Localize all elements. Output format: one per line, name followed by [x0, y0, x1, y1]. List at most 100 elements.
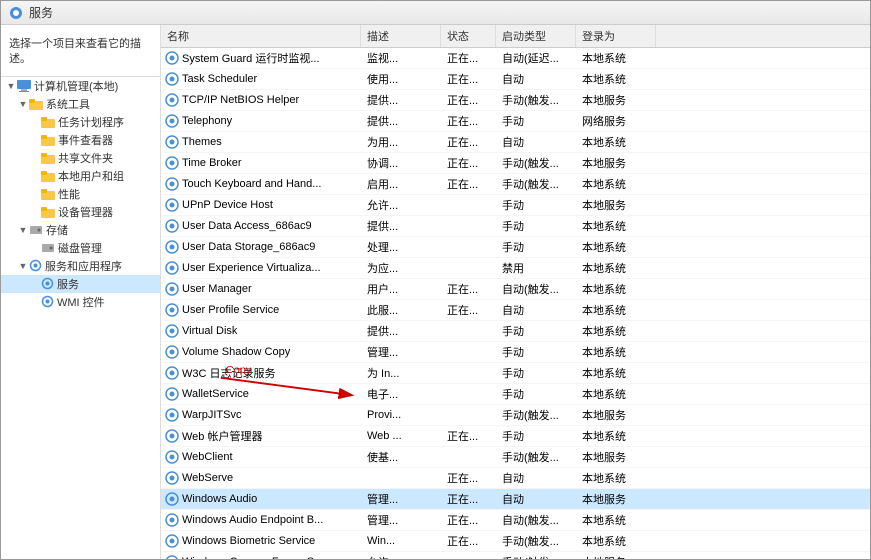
service-icon — [165, 219, 179, 233]
tree-item-local-users[interactable]: 本地用户和组 — [1, 167, 160, 185]
service-startup: 自动 — [496, 133, 576, 151]
service-row[interactable]: W3C 日志记录服务 为 In... 手动 本地系统 — [161, 363, 870, 384]
service-desc: 用户... — [361, 280, 441, 298]
service-login: 本地服务 — [576, 406, 656, 424]
service-row[interactable]: Web 帐户管理器 Web ... 正在... 手动 本地系统 — [161, 426, 870, 447]
service-startup: 手动(触发... — [496, 448, 576, 466]
tree-item-shared-folders[interactable]: 共享文件夹 — [1, 149, 160, 167]
service-name: UPnP Device Host — [182, 199, 273, 211]
service-status — [441, 267, 496, 269]
service-row[interactable]: UPnP Device Host 允许... 手动 本地服务 — [161, 195, 870, 216]
service-name: Web 帐户管理器 — [182, 428, 262, 444]
service-icon — [165, 387, 179, 401]
service-name: Windows Audio — [182, 493, 257, 505]
service-row[interactable]: User Data Access_686ac9 提供... 手动 本地系统 — [161, 216, 870, 237]
service-row[interactable]: System Guard 运行时监视... 监视... 正在... 自动(延迟.… — [161, 48, 870, 69]
col-header-desc[interactable]: 描述 — [361, 25, 441, 47]
service-name: User Experience Virtualiza... — [182, 262, 321, 274]
service-name: Windows Audio Endpoint B... — [182, 514, 323, 526]
service-row[interactable]: Windows Biometric Service Win... 正在... 手… — [161, 531, 870, 552]
service-name: Windows Camera Frame Se... — [182, 556, 329, 559]
tree-item-computer[interactable]: ▼ 计算机管理(本地) — [1, 77, 160, 95]
main-window: 服务 选择一个项目来查看它的描述。 ▼ 计算机管理(本地) ▼ 系统工具 任务计… — [0, 0, 871, 560]
tree-item-device-manager[interactable]: 设备管理器 — [1, 203, 160, 221]
tree-item-system-tools[interactable]: ▼ 系统工具 — [1, 95, 160, 113]
service-name: W3C 日志记录服务 — [182, 365, 276, 381]
tree-icon-disk-management — [41, 242, 55, 254]
service-row[interactable]: WalletService 电子... 手动 本地系统 — [161, 384, 870, 405]
tree-item-task-scheduler[interactable]: 任务计划程序 — [1, 113, 160, 131]
service-row[interactable]: TCP/IP NetBIOS Helper 提供... 正在... 手动(触发.… — [161, 90, 870, 111]
service-row[interactable]: Windows Camera Frame Se... 允许... 手动(触发..… — [161, 552, 870, 559]
service-icon — [165, 282, 179, 296]
service-row[interactable]: User Data Storage_686ac9 处理... 手动 本地系统 — [161, 237, 870, 258]
service-name-col: Virtual Disk — [161, 323, 361, 339]
service-row[interactable]: Telephony 提供... 正在... 手动 网络服务 — [161, 111, 870, 132]
col-header-status[interactable]: 状态 — [441, 25, 496, 47]
col-header-name[interactable]: 名称 — [161, 25, 361, 47]
service-status: 正在... — [441, 91, 496, 109]
tree-icon-services-apps — [29, 259, 42, 272]
service-startup: 自动 — [496, 301, 576, 319]
service-row[interactable]: WebServe 正在... 自动 本地系统 — [161, 468, 870, 489]
tree-item-performance[interactable]: 性能 — [1, 185, 160, 203]
service-row[interactable]: Virtual Disk 提供... 手动 本地系统 — [161, 321, 870, 342]
service-login: 本地系统 — [576, 175, 656, 193]
service-name: Virtual Disk — [182, 325, 237, 337]
tree-icon-computer — [17, 80, 31, 92]
service-row[interactable]: Time Broker 协调... 正在... 手动(触发... 本地服务 — [161, 153, 870, 174]
service-desc: 使基... — [361, 448, 441, 466]
service-startup: 自动 — [496, 70, 576, 88]
tree-item-wmi[interactable]: WMI 控件 — [1, 293, 160, 311]
service-startup: 手动 — [496, 427, 576, 445]
service-icon — [165, 366, 179, 380]
service-row[interactable]: User Manager 用户... 正在... 自动(触发... 本地系统 — [161, 279, 870, 300]
service-name-col: Touch Keyboard and Hand... — [161, 176, 361, 192]
service-icon — [165, 324, 179, 338]
service-name: Time Broker — [182, 157, 242, 169]
service-login: 本地服务 — [576, 196, 656, 214]
service-desc: 允许... — [361, 553, 441, 559]
service-name: Volume Shadow Copy — [182, 346, 290, 358]
service-icon — [165, 198, 179, 212]
col-header-startup[interactable]: 启动类型 — [496, 25, 576, 47]
service-login: 本地系统 — [576, 259, 656, 277]
tree-item-services-apps[interactable]: ▼ 服务和应用程序 — [1, 257, 160, 275]
service-status — [441, 246, 496, 248]
service-login: 本地系统 — [576, 49, 656, 67]
service-status: 正在... — [441, 280, 496, 298]
tree-item-storage[interactable]: ▼ 存储 — [1, 221, 160, 239]
service-login: 本地系统 — [576, 133, 656, 151]
left-description: 选择一个项目来查看它的描述。 — [1, 29, 160, 77]
service-row[interactable]: WebClient 使基... 手动(触发... 本地服务 — [161, 447, 870, 468]
tree-label-wmi: WMI 控件 — [57, 294, 105, 310]
service-login: 本地系统 — [576, 301, 656, 319]
service-row[interactable]: User Profile Service 此服... 正在... 自动 本地系统 — [161, 300, 870, 321]
service-desc: 提供... — [361, 91, 441, 109]
tree-item-services[interactable]: 服务 — [1, 275, 160, 293]
service-name-col: User Profile Service — [161, 302, 361, 318]
service-desc: 为用... — [361, 133, 441, 151]
service-row[interactable]: Windows Audio 管理... 正在... 自动 本地服务 — [161, 489, 870, 510]
service-name-col: Windows Audio Endpoint B... — [161, 512, 361, 528]
col-header-login[interactable]: 登录为 — [576, 25, 656, 47]
service-icon — [165, 408, 179, 422]
tree-toggle-computer: ▼ — [5, 81, 17, 91]
service-row[interactable]: Themes 为用... 正在... 自动 本地系统 — [161, 132, 870, 153]
service-desc: Web ... — [361, 429, 441, 443]
service-row[interactable]: Windows Audio Endpoint B... 管理... 正在... … — [161, 510, 870, 531]
tree-item-event-viewer[interactable]: 事件查看器 — [1, 131, 160, 149]
service-desc: 电子... — [361, 385, 441, 403]
service-row[interactable]: Task Scheduler 使用... 正在... 自动 本地系统 — [161, 69, 870, 90]
service-row[interactable]: Volume Shadow Copy 管理... 手动 本地系统 — [161, 342, 870, 363]
service-icon — [165, 450, 179, 464]
content-area: 选择一个项目来查看它的描述。 ▼ 计算机管理(本地) ▼ 系统工具 任务计划程序… — [1, 25, 870, 559]
service-row[interactable]: WarpJITSvc Provi... 手动(触发... 本地服务 — [161, 405, 870, 426]
service-desc: Provi... — [361, 408, 441, 422]
service-startup: 手动(触发... — [496, 91, 576, 109]
service-name-col: Themes — [161, 134, 361, 150]
service-row[interactable]: Touch Keyboard and Hand... 启用... 正在... 手… — [161, 174, 870, 195]
service-row[interactable]: User Experience Virtualiza... 为应... 禁用 本… — [161, 258, 870, 279]
service-status: 正在... — [441, 49, 496, 67]
tree-item-disk-management[interactable]: 磁盘管理 — [1, 239, 160, 257]
